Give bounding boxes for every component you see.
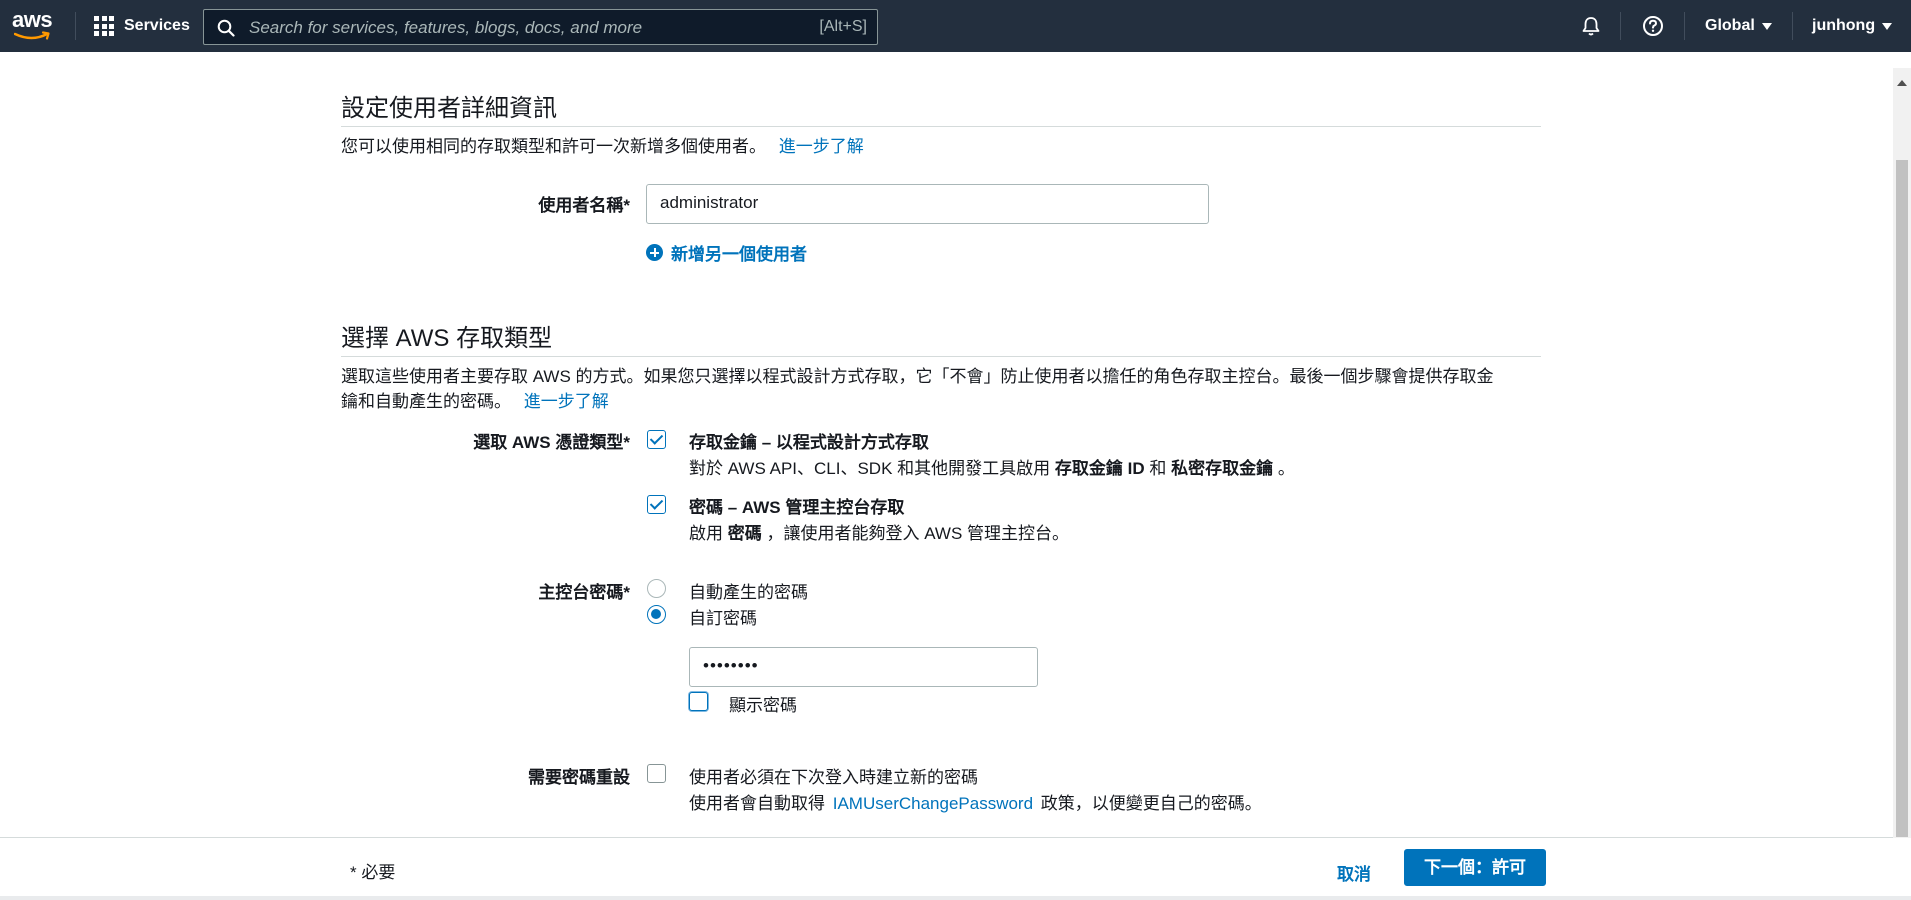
programmatic-access-title: 存取金鑰 – 以程式設計方式存取 [689, 433, 929, 452]
next-permissions-button[interactable]: 下一個：許可 [1404, 849, 1546, 886]
wizard-footer: * 必要 取消 下一個：許可 [0, 837, 1893, 900]
services-label: Services [124, 17, 190, 34]
aws-logo-text: aws [12, 7, 53, 32]
nav-divider [1684, 12, 1685, 40]
main-content: 設定使用者詳細資訊 您可以使用相同的存取類型和許可一次新增多個使用者。 進一步了… [0, 52, 1893, 837]
nav-divider [75, 12, 76, 40]
nav-divider [1620, 12, 1621, 40]
console-desc-suffix: ，讓使用者能夠登入 AWS 管理主控台。 [766, 524, 1070, 543]
top-navigation-bar: aws Services Search for services, featur… [0, 0, 1911, 52]
password-reset-label: 需要密碼重設 [528, 768, 630, 787]
custom-password-radio[interactable] [647, 605, 666, 624]
account-username: junhong [1812, 17, 1876, 34]
search-icon [217, 19, 235, 37]
console-access-title: 密碼 – AWS 管理主控台存取 [689, 498, 905, 517]
programmatic-desc-prefix: 對於 AWS API、CLI、SDK 和其他開發工具啟用 [689, 459, 1051, 478]
username-label: 使用者名稱* [538, 196, 630, 215]
required-note: * 必要 [350, 863, 396, 882]
programmatic-desc-suffix: 。 [1277, 459, 1295, 478]
secret-access-key-text: 私密存取金鑰 [1171, 459, 1274, 478]
aws-logo[interactable]: aws [12, 9, 56, 43]
plus-circle-icon [646, 244, 663, 261]
search-placeholder: Search for services, features, blogs, do… [249, 18, 643, 37]
add-user-label: 新增另一個使用者 [671, 245, 807, 264]
add-another-user-button[interactable]: 新增另一個使用者 [646, 240, 807, 265]
password-bold-text: 密碼 [727, 524, 762, 543]
region-label: Global [1705, 17, 1755, 34]
password-reset-line2: 使用者會自動取得 IAMUserChangePassword 政策，以便變更自己… [689, 789, 1262, 814]
autogenerated-password-label: 自動產生的密碼 [689, 583, 808, 602]
nav-divider [1792, 12, 1793, 40]
help-button[interactable] [1642, 0, 1664, 52]
caret-down-icon [1882, 22, 1893, 30]
access-type-description-line2: 鑰和自動產生的密碼。 [341, 392, 511, 411]
cancel-button[interactable]: 取消 [1335, 856, 1373, 889]
access-type-description: 選取這些使用者主要存取 AWS 的方式。如果您只選擇以程式設計方式存取，它「不會… [341, 364, 1541, 414]
scrollbar-thumb[interactable] [1896, 160, 1908, 837]
caret-down-icon [1761, 22, 1772, 30]
autogenerated-password-radio[interactable] [647, 579, 666, 598]
reset-line2-suffix: 政策，以便變更自己的密碼。 [1040, 794, 1262, 813]
require-password-reset-checkbox[interactable] [647, 764, 666, 783]
reset-line2-prefix: 使用者會自動取得 [689, 794, 825, 813]
bottom-border [0, 896, 1911, 900]
programmatic-access-description: 對於 AWS API、CLI、SDK 和其他開發工具啟用 存取金鑰 ID 和 私… [689, 454, 1295, 479]
services-grid-icon [94, 16, 114, 36]
access-type-heading: 選擇 AWS 存取類型 [341, 325, 553, 352]
programmatic-desc-mid: 和 [1149, 459, 1167, 478]
aws-smile-icon [14, 31, 50, 40]
global-search-input[interactable]: Search for services, features, blogs, do… [203, 9, 878, 45]
user-details-heading: 設定使用者詳細資訊 [341, 95, 557, 122]
user-details-description-text: 您可以使用相同的存取類型和許可一次新增多個使用者。 [341, 137, 766, 156]
account-menu[interactable]: junhong [1812, 0, 1893, 52]
help-icon [1643, 16, 1663, 36]
custom-password-label: 自訂密碼 [689, 609, 757, 628]
custom-password-input[interactable]: •••••••• [689, 647, 1038, 687]
user-details-learn-more-link[interactable]: 進一步了解 [779, 137, 864, 156]
console-access-description: 啟用 密碼 ，讓使用者能夠登入 AWS 管理主控台。 [689, 519, 1069, 544]
console-access-checkbox[interactable] [647, 495, 666, 514]
access-type-description-line1: 選取這些使用者主要存取 AWS 的方式。如果您只選擇以程式設計方式存取，它「不會… [341, 367, 1494, 386]
access-type-learn-more-link[interactable]: 進一步了解 [524, 392, 609, 411]
credential-type-label: 選取 AWS 憑證類型* [473, 433, 630, 452]
password-reset-line1: 使用者必須在下次登入時建立新的密碼 [689, 768, 978, 787]
notifications-button[interactable] [1580, 0, 1602, 52]
iam-user-change-password-link[interactable]: IAMUserChangePassword [833, 794, 1033, 813]
programmatic-access-checkbox[interactable] [647, 430, 666, 449]
region-selector[interactable]: Global [1705, 0, 1772, 52]
section-divider [341, 356, 1541, 357]
scroll-up-arrow-icon[interactable] [1897, 80, 1907, 86]
section-divider [341, 126, 1541, 127]
username-input[interactable]: administrator [646, 184, 1209, 224]
access-key-id-text: 存取金鑰 ID [1054, 459, 1145, 478]
services-menu-button[interactable]: Services [94, 0, 190, 52]
console-password-label: 主控台密碼* [538, 583, 630, 602]
console-desc-prefix: 啟用 [689, 524, 723, 543]
bell-icon [1582, 17, 1600, 36]
show-password-label: 顯示密碼 [729, 696, 797, 715]
show-password-checkbox[interactable] [689, 692, 708, 711]
search-shortcut-hint: [Alt+S] [819, 18, 867, 35]
user-details-description: 您可以使用相同的存取類型和許可一次新增多個使用者。 進一步了解 [341, 134, 864, 159]
